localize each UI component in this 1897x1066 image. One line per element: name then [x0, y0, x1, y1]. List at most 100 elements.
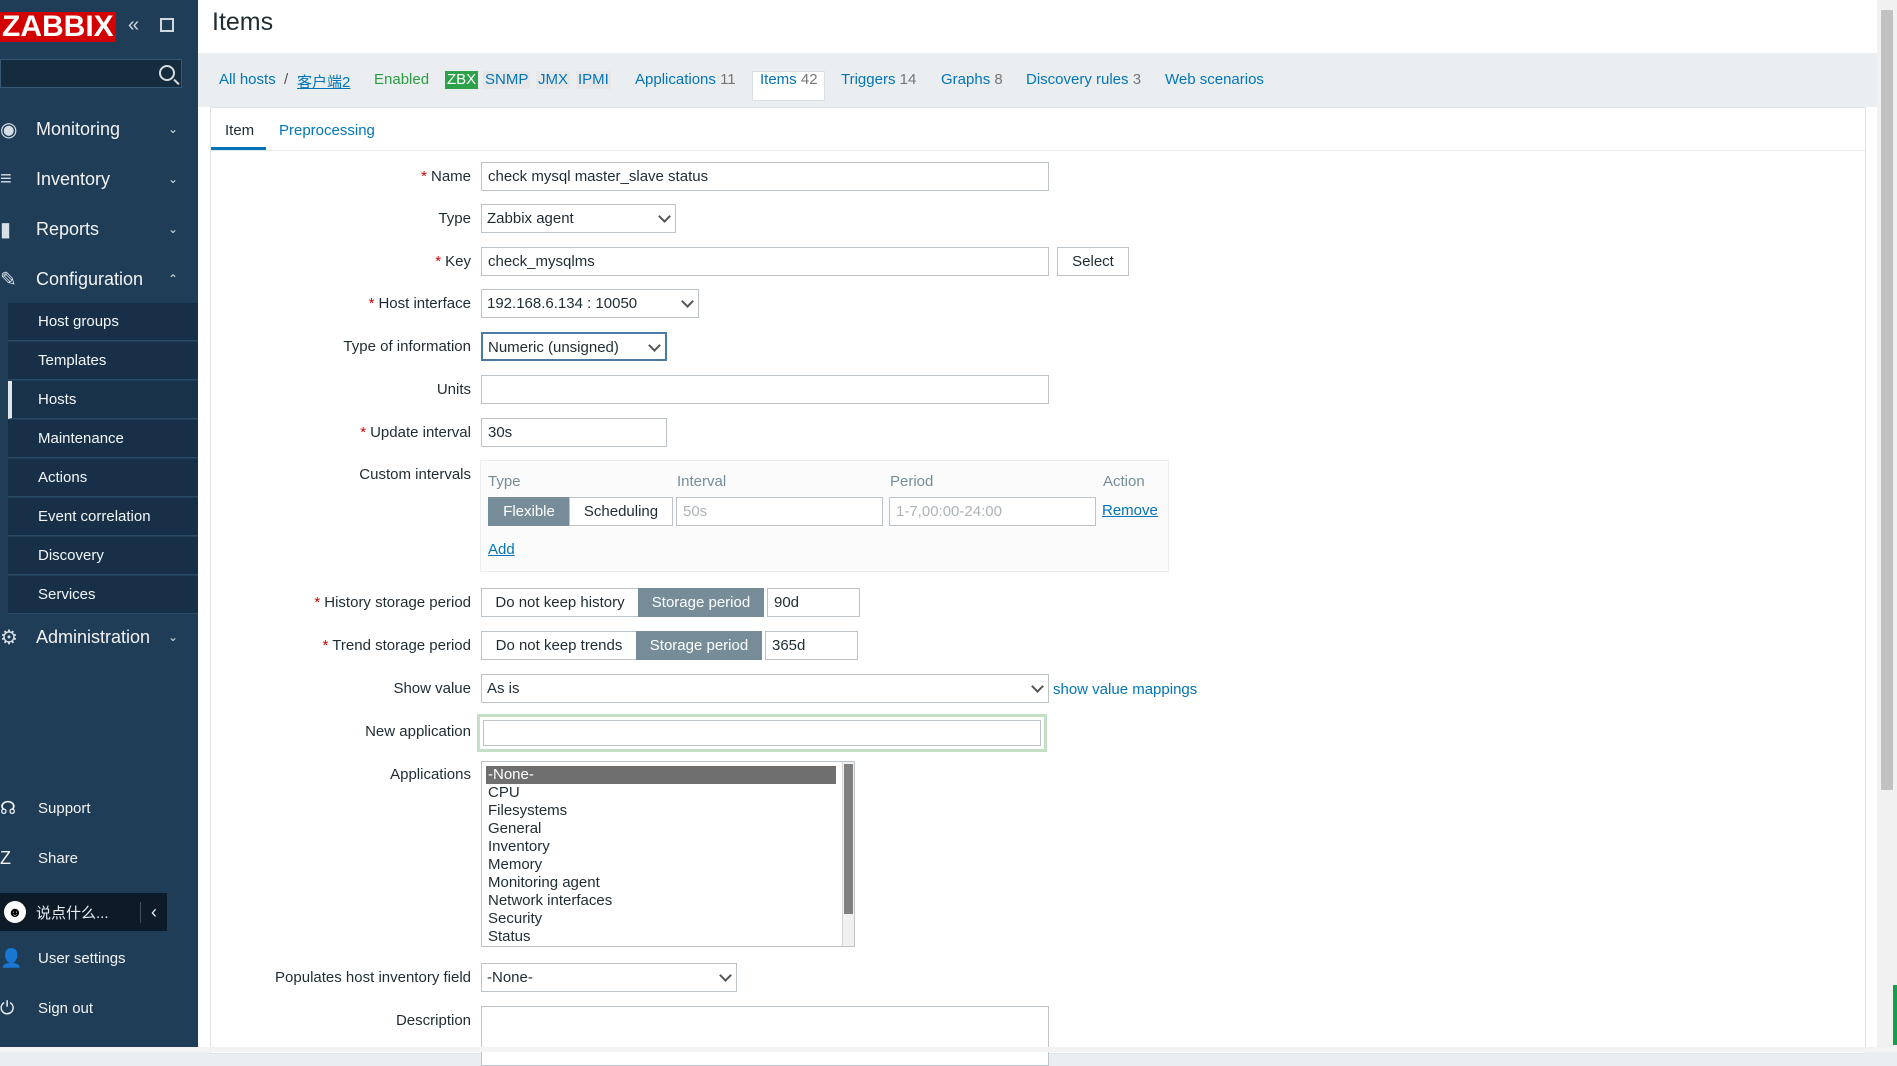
history-storage-period-toggle[interactable]: Storage period — [638, 588, 764, 617]
chevron-down-icon: ⌄ — [168, 122, 179, 136]
do-not-keep-history-toggle[interactable]: Do not keep history — [481, 588, 639, 617]
submenu-maintenance[interactable]: Maintenance — [8, 420, 198, 458]
new-application-focus-ring — [477, 714, 1047, 752]
ci-header-type: Type — [488, 473, 521, 490]
submenu-discovery[interactable]: Discovery — [8, 537, 198, 575]
applications-listbox[interactable]: -None- CPU Filesystems General Inventory… — [481, 761, 855, 947]
chevron-left-icon[interactable]: ‹ — [140, 901, 167, 923]
tab-divider — [211, 150, 1865, 151]
footer-share[interactable]: Z Share — [0, 838, 198, 878]
footer-sign-out[interactable]: ⏻ Sign out — [0, 988, 198, 1028]
remove-interval-link[interactable]: Remove — [1102, 502, 1158, 519]
menu-configuration[interactable]: ✎ Configuration ⌃ — [0, 257, 198, 301]
collapse-sidebar-icon[interactable]: « — [128, 14, 139, 37]
nav-web-scenarios[interactable]: Web scenarios — [1165, 71, 1264, 88]
description-textarea[interactable] — [481, 1006, 1049, 1066]
menu-monitoring[interactable]: ◉ Monitoring ⌄ — [0, 107, 198, 151]
scrollbar-thumb[interactable] — [844, 764, 853, 914]
application-option[interactable]: Monitoring agent — [482, 874, 854, 892]
menu-reports[interactable]: ▮ Reports ⌄ — [0, 207, 198, 251]
host-status-enabled[interactable]: Enabled — [374, 71, 429, 88]
chevron-down-icon — [719, 969, 732, 982]
application-option[interactable]: General — [482, 820, 854, 838]
nav-items[interactable]: Items 42 — [760, 71, 818, 88]
footer-user-settings[interactable]: 👤 User settings — [0, 938, 198, 978]
units-input[interactable] — [481, 375, 1049, 404]
do-not-keep-trends-toggle[interactable]: Do not keep trends — [481, 631, 637, 660]
submenu-event-correlation[interactable]: Event correlation — [8, 498, 198, 536]
menu-inventory[interactable]: ≡ Inventory ⌄ — [0, 157, 198, 201]
period-input[interactable]: 1-7,00:00-24:00 — [889, 497, 1096, 526]
custom-intervals-label: Custom intervals — [359, 466, 471, 483]
application-option[interactable]: CPU — [482, 784, 854, 802]
interval-input[interactable]: 50s — [676, 497, 883, 526]
badge-jmx: JMX — [536, 71, 570, 89]
history-storage-label: * History storage period — [314, 594, 471, 611]
application-option[interactable]: Inventory — [482, 838, 854, 856]
nav-applications[interactable]: Applications 11 — [635, 71, 736, 88]
scheduling-toggle[interactable]: Scheduling — [569, 497, 673, 526]
key-select-button[interactable]: Select — [1057, 247, 1129, 276]
sidebar-search-input[interactable] — [0, 59, 182, 88]
tab-item[interactable]: Item — [225, 122, 254, 139]
submenu-services[interactable]: Services — [8, 576, 198, 614]
zabbix-logo[interactable]: ZABBIX — [0, 12, 116, 42]
application-option[interactable]: Network interfaces — [482, 892, 854, 910]
application-option[interactable]: Security — [482, 910, 854, 928]
name-label: * Name — [421, 168, 471, 185]
gear-icon: ⚙ — [0, 626, 18, 649]
type-select[interactable]: Zabbix agent — [481, 204, 676, 233]
show-value-select[interactable]: As is — [481, 674, 1049, 703]
share-icon: Z — [0, 847, 11, 868]
application-option[interactable]: Status — [482, 928, 854, 946]
inventory-field-select[interactable]: -None- — [481, 963, 737, 992]
nav-discovery-rules[interactable]: Discovery rules 3 — [1026, 71, 1141, 88]
name-input[interactable]: check mysql master_slave status — [481, 162, 1049, 191]
submenu-templates[interactable]: Templates — [8, 342, 198, 380]
chevron-down-icon — [1031, 680, 1044, 693]
nav-triggers[interactable]: Triggers 14 — [841, 71, 916, 88]
application-option[interactable]: Memory — [482, 856, 854, 874]
page-title: Items — [212, 8, 274, 36]
eye-icon: ◉ — [0, 118, 18, 141]
breadcrumb-separator: / — [284, 71, 289, 88]
trend-period-input[interactable]: 365d — [765, 631, 858, 660]
applications-label: Applications — [390, 766, 471, 783]
history-period-input[interactable]: 90d — [767, 588, 860, 617]
menu-administration[interactable]: ⚙ Administration ⌄ — [0, 615, 198, 659]
nav-graphs[interactable]: Graphs 8 — [941, 71, 1003, 88]
breadcrumb-all-hosts[interactable]: All hosts — [219, 71, 276, 88]
power-icon: ⏻ — [0, 997, 15, 1018]
chevron-down-icon: ⌄ — [168, 172, 179, 186]
ci-header-interval: Interval — [677, 473, 727, 490]
application-option[interactable]: Filesystems — [482, 802, 854, 820]
flexible-toggle[interactable]: Flexible — [488, 497, 570, 526]
update-interval-input[interactable]: 30s — [481, 418, 667, 447]
item-form: Item Preprocessing * Name check mysql mas… — [210, 107, 1866, 1066]
search-icon[interactable] — [159, 65, 175, 81]
page-scrollbar[interactable] — [1877, 0, 1897, 1052]
new-application-input[interactable] — [483, 720, 1041, 746]
submenu-host-groups[interactable]: Host groups — [8, 303, 198, 341]
submenu-hosts[interactable]: Hosts — [8, 381, 198, 419]
type-of-information-select[interactable]: Numeric (unsigned) — [481, 332, 667, 361]
host-navigation-bar: All hosts / 客户端2 Enabled ZBX SNMP JMX IP… — [198, 53, 1877, 107]
page-scrollbar-thumb[interactable] — [1881, 10, 1893, 790]
applications-scrollbar[interactable] — [842, 762, 854, 946]
submenu-actions[interactable]: Actions — [8, 459, 198, 497]
kiosk-mode-icon[interactable] — [160, 18, 174, 32]
breadcrumb-host[interactable]: 客户端2 — [297, 71, 350, 92]
trend-storage-period-toggle[interactable]: Storage period — [636, 631, 762, 660]
add-interval-link[interactable]: Add — [488, 541, 515, 558]
key-input[interactable]: check_mysqlms — [481, 247, 1049, 276]
show-value-mappings-link[interactable]: show value mappings — [1053, 681, 1197, 698]
tab-preprocessing[interactable]: Preprocessing — [279, 122, 375, 139]
custom-intervals-table: Type Interval Period Action Flexible Sch… — [480, 460, 1169, 572]
chevron-down-icon — [648, 339, 661, 352]
host-interface-select[interactable]: 192.168.6.134 : 10050 — [481, 289, 699, 318]
footer-support[interactable]: ☊ Support — [0, 788, 198, 828]
scroll-indicator — [1893, 985, 1897, 1045]
application-option[interactable]: -None- — [486, 766, 836, 784]
smiley-icon: ☻ — [4, 901, 26, 923]
ime-input-bar[interactable]: ☻ 说点什么... ‹ — [0, 893, 167, 931]
